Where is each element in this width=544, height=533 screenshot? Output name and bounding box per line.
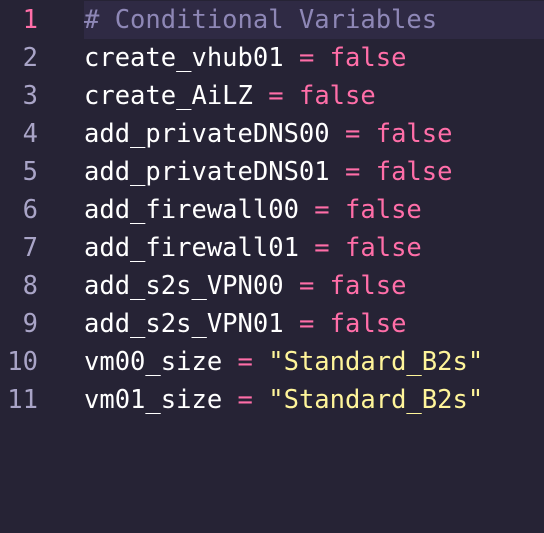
code-line-3[interactable]: 3 create_AiLZ = false	[0, 77, 544, 115]
code-line-4[interactable]: 4 add_privateDNS00 = false	[0, 115, 544, 153]
line-number: 8	[22, 271, 38, 301]
assignment-operator: =	[268, 81, 284, 111]
variable-name: add_s2s_VPN01	[84, 309, 284, 339]
assignment-operator: =	[345, 119, 361, 149]
line-number: 3	[22, 81, 38, 111]
string-value: "Standard_B2s"	[268, 347, 484, 377]
line-content[interactable]: # Conditional Variables	[84, 1, 544, 39]
line-content[interactable]: add_s2s_VPN00 = false	[84, 267, 544, 305]
variable-name: add_privateDNS00	[84, 119, 330, 149]
line-number: 7	[22, 233, 38, 263]
code-line-7[interactable]: 7 add_firewall01 = false	[0, 229, 544, 267]
line-number: 10	[7, 347, 38, 377]
boolean-value: false	[329, 309, 407, 339]
assignment-operator: =	[298, 43, 315, 73]
line-number: 9	[22, 309, 38, 339]
line-content[interactable]: create_AiLZ = false	[84, 77, 544, 115]
line-number: 4	[22, 119, 38, 149]
variable-name: add_s2s_VPN00	[84, 271, 284, 301]
boolean-value: false	[329, 271, 407, 301]
line-content[interactable]: add_firewall01 = false	[84, 229, 544, 267]
code-line-10[interactable]: 10 vm00_size = "Standard_B2s"	[0, 343, 544, 381]
code-editor[interactable]: 1 # Conditional Variables 2 create_vhub0…	[0, 0, 544, 438]
variable-name: add_privateDNS01	[84, 157, 330, 187]
line-number: 5	[22, 157, 38, 187]
line-content[interactable]: create_vhub01 = false	[84, 39, 544, 77]
line-number: 6	[22, 195, 38, 225]
comment-text: # Conditional Variables	[84, 5, 438, 35]
variable-name: create_AiLZ	[84, 81, 253, 111]
assignment-operator: =	[314, 195, 330, 225]
boolean-value: false	[298, 81, 376, 111]
assignment-operator: =	[298, 271, 315, 301]
line-number: 2	[22, 43, 38, 73]
variable-name: vm01_size	[84, 385, 223, 415]
variable-name: add_firewall00	[84, 195, 299, 225]
code-line-11[interactable]: 11 vm01_size = "Standard_B2s"	[0, 381, 544, 419]
boolean-value: false	[329, 43, 407, 73]
code-line-9[interactable]: 9 add_s2s_VPN01 = false	[0, 305, 544, 343]
line-content[interactable]: add_privateDNS00 = false	[84, 115, 544, 153]
code-line-6[interactable]: 6 add_firewall00 = false	[0, 191, 544, 229]
line-content[interactable]: vm01_size = "Standard_B2s"	[84, 381, 544, 419]
assignment-operator: =	[345, 157, 361, 187]
line-content[interactable]: add_s2s_VPN01 = false	[84, 305, 544, 343]
assignment-operator: =	[314, 233, 330, 263]
line-number: 1	[22, 5, 38, 35]
boolean-value: false	[375, 119, 453, 149]
code-line-2[interactable]: 2 create_vhub01 = false	[0, 39, 544, 77]
code-line-8[interactable]: 8 add_s2s_VPN00 = false	[0, 267, 544, 305]
line-content[interactable]: vm00_size = "Standard_B2s"	[84, 343, 544, 381]
boolean-value: false	[375, 157, 453, 187]
assignment-operator: =	[237, 385, 253, 415]
boolean-value: false	[345, 195, 422, 225]
boolean-value: false	[345, 233, 422, 263]
code-line-5[interactable]: 5 add_privateDNS01 = false	[0, 153, 544, 191]
line-number: 11	[7, 385, 38, 415]
assignment-operator: =	[237, 347, 253, 377]
variable-name: create_vhub01	[84, 43, 284, 73]
code-line-1[interactable]: 1 # Conditional Variables	[0, 1, 544, 39]
variable-name: vm00_size	[84, 347, 223, 377]
variable-name: add_firewall01	[84, 233, 299, 263]
assignment-operator: =	[298, 309, 315, 339]
line-content[interactable]: add_privateDNS01 = false	[84, 153, 544, 191]
string-value: "Standard_B2s"	[268, 385, 484, 415]
line-content[interactable]: add_firewall00 = false	[84, 191, 544, 229]
